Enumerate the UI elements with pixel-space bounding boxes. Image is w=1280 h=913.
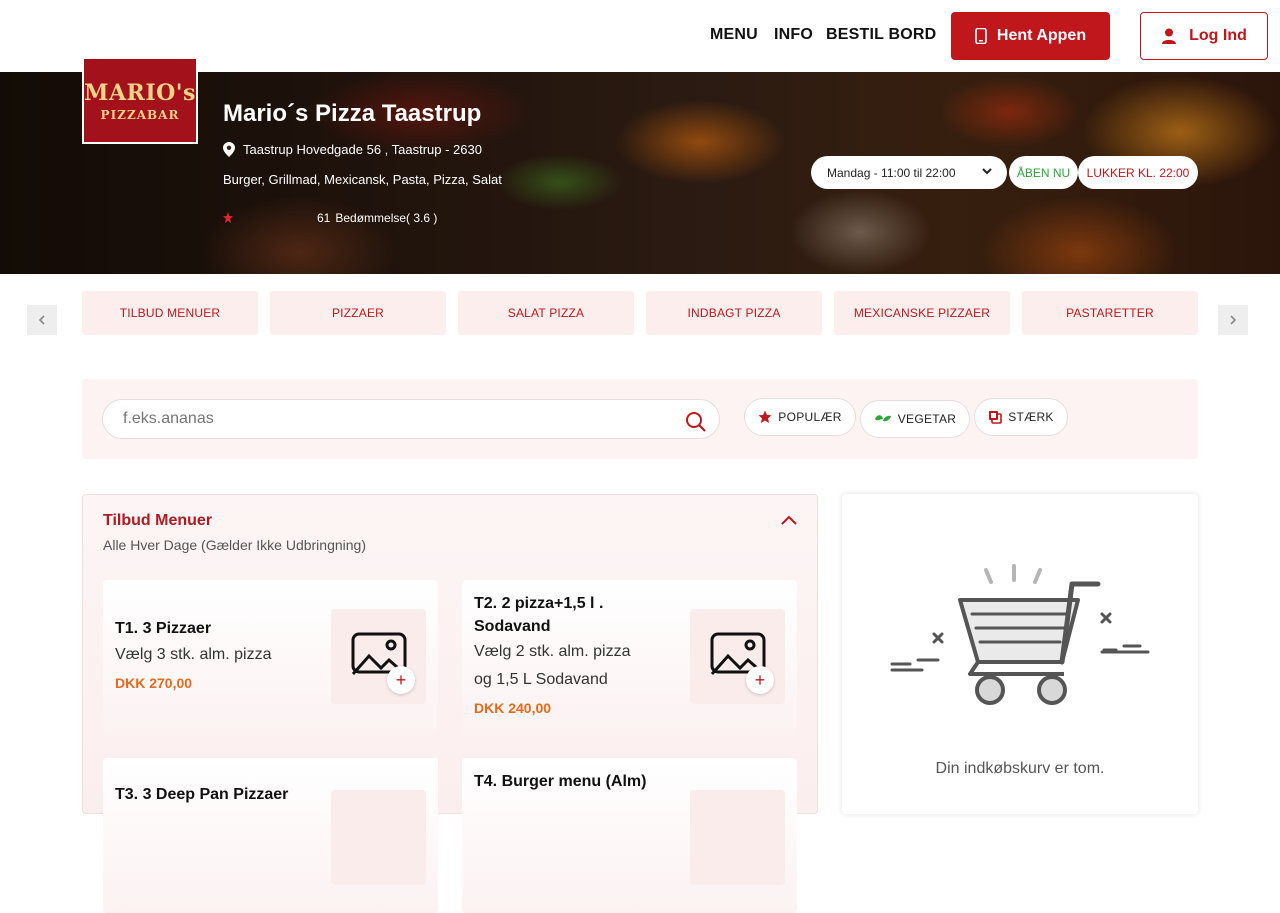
logo-sub-text: PIZZABAR: [100, 107, 180, 122]
login-button[interactable]: Log Ind: [1140, 12, 1268, 60]
filter-vegetarian-label: VEGETAR: [897, 412, 957, 426]
menu-item-title: T1. 3 Pizzaer: [115, 620, 212, 637]
filter-spicy-button[interactable]: STÆRK: [974, 398, 1068, 436]
filter-popular-button[interactable]: POPULÆR: [744, 398, 856, 436]
nav-menu-link[interactable]: MENU: [710, 26, 758, 44]
rating-row: 61 Bedømmelse( 3.6 ): [223, 211, 437, 225]
menu-item-image-placeholder: [690, 790, 785, 885]
star-icon: [758, 410, 772, 423]
user-icon: [1162, 28, 1177, 44]
menu-item-image-placeholder: [331, 609, 426, 704]
menu-item-image-placeholder: [690, 609, 785, 704]
menu-item-image-placeholder: [331, 790, 426, 885]
menu-item-title-line2: Sodavand: [474, 618, 551, 635]
search-icon[interactable]: [685, 411, 707, 433]
menu-section-subtitle: Alle Hver Dage (Gælder Ikke Udbringning): [103, 537, 366, 553]
category-tab-pizzaer[interactable]: PIZZAER: [270, 291, 446, 335]
opening-hours-value: Mandag - 11:00 til 22:00: [827, 165, 956, 180]
menu-item-description: Vælg 3 stk. alm. pizza: [115, 646, 272, 663]
address-text: Taastrup Hovedgade 56 , Taastrup - 2630: [243, 142, 482, 157]
menu-item-title: T4. Burger menu (Alm): [474, 773, 647, 790]
menu-item-price: DKK 270,00: [115, 675, 193, 691]
empty-cart-message: Din indkøbskurv er tom.: [935, 760, 1105, 777]
rating-text: Bedømmelse( 3.6 ): [335, 211, 438, 225]
get-app-label: Hent Appen: [996, 27, 1087, 44]
add-to-cart-button[interactable]: +: [746, 666, 774, 694]
category-scroll-left-button[interactable]: [27, 305, 57, 335]
filter-popular-label: POPULÆR: [778, 410, 842, 424]
menu-item-description: Vælg 2 stk. alm. pizza og 1,5 L Sodavand: [474, 638, 631, 694]
add-to-cart-button[interactable]: +: [387, 666, 415, 694]
restaurant-name: Mario´s Pizza Taastrup: [223, 100, 482, 127]
search-input[interactable]: [102, 399, 720, 439]
menu-item-title: T3. 3 Deep Pan Pizzaer: [115, 786, 289, 803]
menu-item-desc-line1: Vælg 2 stk. alm. pizza: [474, 643, 631, 660]
closing-time-badge: LUKKER KL. 22:00: [1078, 156, 1198, 189]
chevron-right-icon: [1230, 315, 1237, 325]
rating-count: 61: [317, 211, 331, 225]
cuisine-list: Burger, Grillmad, Mexicansk, Pasta, Pizz…: [223, 172, 502, 187]
category-tab-salat-pizza[interactable]: SALAT PIZZA: [458, 291, 634, 335]
menu-item-price: DKK 240,00: [474, 700, 552, 716]
plus-icon: +: [395, 669, 407, 690]
location-pin-icon: [223, 142, 235, 157]
menu-item-title: T2. 2 pizza+1,5 l . Sodavand: [474, 592, 603, 638]
category-tab-mexicanske-pizzaer[interactable]: MEXICANSKE PIZZAER: [834, 291, 1010, 335]
opening-hours-select[interactable]: Mandag - 11:00 til 22:00: [811, 156, 1007, 189]
chevron-left-icon: [38, 315, 45, 325]
chevron-up-icon[interactable]: [780, 512, 798, 528]
category-tab-pastaretter[interactable]: PASTARETTER: [1022, 291, 1198, 335]
login-label: Log Ind: [1189, 27, 1247, 44]
nav-book-table-link[interactable]: BESTIL BORD: [826, 26, 936, 44]
plus-icon: +: [754, 669, 766, 690]
star-rating-icon: [223, 212, 233, 223]
logo-main-text: MARIO's: [84, 79, 196, 106]
phone-icon: [975, 28, 987, 44]
leaf-icon: [874, 415, 891, 422]
get-app-button[interactable]: Hent Appen: [951, 12, 1110, 60]
restaurant-address: Taastrup Hovedgade 56 , Taastrup - 2630: [223, 142, 482, 157]
chevron-down-icon: [982, 168, 992, 175]
category-scroll-right-button[interactable]: [1218, 305, 1248, 335]
filter-vegetarian-button[interactable]: VEGETAR: [860, 400, 970, 438]
nav-info-link[interactable]: INFO: [774, 26, 813, 44]
restaurant-logo: MARIO's PIZZABAR: [82, 57, 198, 144]
category-tab-tilbud-menuer[interactable]: TILBUD MENUER: [82, 291, 258, 335]
category-tab-indbagt-pizza[interactable]: INDBAGT PIZZA: [646, 291, 822, 335]
open-status-badge: ÅBEN NU: [1009, 156, 1078, 189]
menu-item-desc-line2: og 1,5 L Sodavand: [474, 671, 608, 688]
filter-spicy-label: STÆRK: [1008, 410, 1054, 424]
empty-cart-icon: [890, 564, 1150, 705]
chili-icon: [989, 411, 1003, 424]
menu-section-title[interactable]: Tilbud Menuer: [103, 512, 212, 530]
menu-item-title-line1: T2. 2 pizza+1,5 l .: [474, 595, 604, 612]
